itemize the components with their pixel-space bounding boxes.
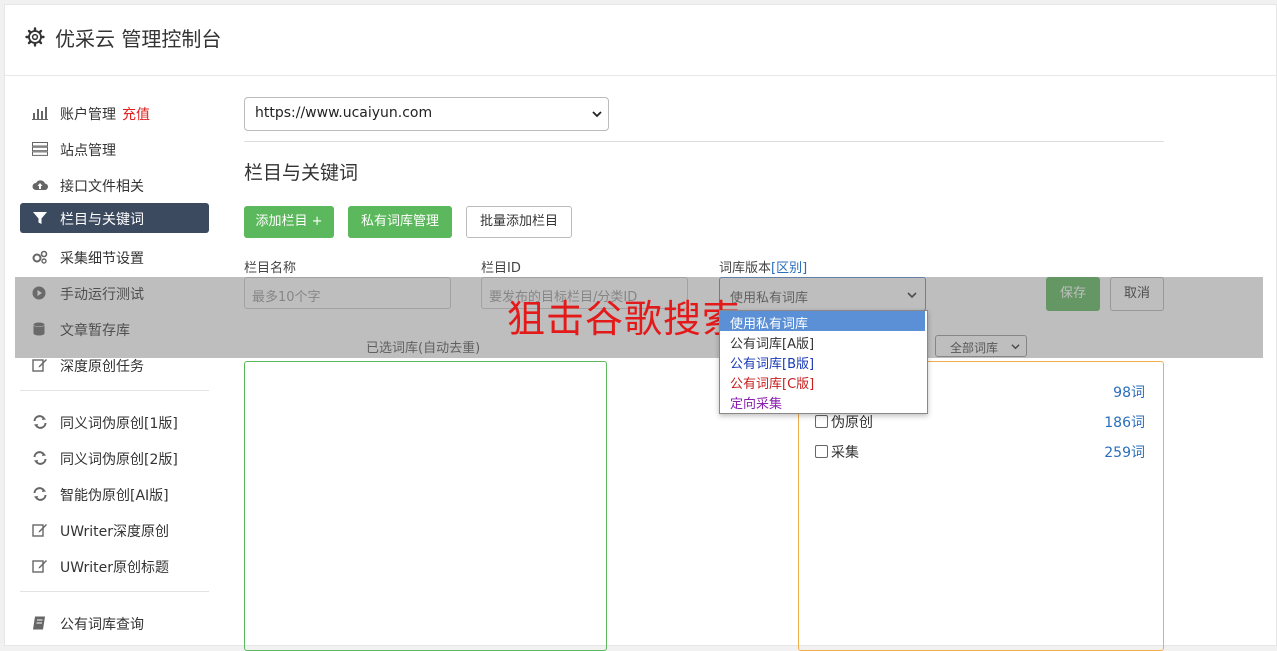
- sidebar-item-sites[interactable]: 站点管理: [20, 134, 209, 164]
- refresh-icon: [33, 415, 47, 429]
- lib-name: 伪原创: [831, 415, 873, 431]
- private-lib-button[interactable]: 私有词库管理: [348, 206, 452, 238]
- sidebar-item-label: 采集细节设置: [60, 251, 144, 267]
- sidebar-item-synonym-v2[interactable]: 同义词伪原创[2版]: [20, 443, 209, 473]
- sidebar-item-label: 账户管理: [60, 107, 116, 123]
- recharge-link[interactable]: 充值: [122, 107, 150, 123]
- column-id-label: 栏目ID: [481, 261, 521, 276]
- site-select[interactable]: https://www.ucaiyun.com: [244, 97, 609, 131]
- sidebar-item-label: 站点管理: [60, 143, 116, 159]
- dropdown-option[interactable]: 公有词库[B版]: [720, 351, 925, 372]
- list-item[interactable]: 采集 259词: [815, 442, 1145, 462]
- refresh-icon: [33, 487, 47, 501]
- lib-checkbox[interactable]: [815, 445, 828, 458]
- watermark-text: 狙击谷歌搜索: [507, 297, 742, 341]
- dropdown-option[interactable]: 公有词库[A版]: [720, 331, 925, 352]
- sidebar-item-label: 同义词伪原创[1版]: [60, 416, 178, 432]
- lib-count[interactable]: 259词: [1104, 442, 1145, 462]
- sidebar-item-account[interactable]: 账户管理 充值: [20, 98, 209, 128]
- site-select-value: https://www.ucaiyun.com: [255, 105, 433, 121]
- sidebar-item-collect-settings[interactable]: 采集细节设置: [20, 242, 209, 272]
- sidebar-item-label: 同义词伪原创[2版]: [60, 452, 178, 468]
- difference-link[interactable]: [区别]: [771, 261, 807, 276]
- sidebar-item-columns-keywords[interactable]: 栏目与关键词: [20, 203, 209, 233]
- dropdown-option[interactable]: 定向采集: [720, 391, 925, 412]
- sidebar-item-label: 栏目与关键词: [60, 212, 144, 228]
- sidebar-item-label: UWriter原创标题: [60, 560, 169, 576]
- sidebar-item-uwriter-deep[interactable]: UWriter深度原创: [20, 515, 209, 545]
- server-icon: [32, 142, 48, 156]
- dropdown-option[interactable]: 使用私有词库: [720, 311, 925, 332]
- edit-icon: [32, 560, 47, 573]
- header: 优采云 管理控制台: [5, 5, 1276, 76]
- sidebar-item-public-lib-query[interactable]: 公有词库查询: [20, 608, 209, 638]
- chevron-down-icon: [592, 111, 602, 118]
- sidebar-divider: [20, 591, 209, 592]
- add-column-button[interactable]: 添加栏目 +: [244, 206, 334, 238]
- sidebar-item-label: 深度原创任务: [60, 359, 144, 375]
- dropdown-option-label: 公有词库[C版]: [730, 377, 815, 392]
- gear-icon: [25, 27, 45, 47]
- sidebar-item-label: UWriter深度原创: [60, 524, 169, 540]
- dropdown-option-label: 公有词库[B版]: [730, 357, 815, 372]
- lib-version-label: 词库版本[区别]: [719, 257, 807, 276]
- lib-name: 采集: [831, 445, 859, 461]
- cogs-icon: [32, 250, 48, 264]
- selected-libs-box[interactable]: [244, 361, 607, 651]
- sidebar-item-ai-rewrite[interactable]: 智能伪原创[AI版]: [20, 479, 209, 509]
- edit-icon: [32, 359, 47, 372]
- bar-chart-icon: [32, 107, 48, 120]
- divider: [244, 141, 1164, 142]
- sidebar-item-label: 接口文件相关: [60, 179, 144, 195]
- cloud-upload-icon: [32, 180, 48, 191]
- book-icon: [33, 616, 45, 630]
- dropdown-option-label: 使用私有词库: [730, 317, 809, 332]
- sidebar-divider: [20, 390, 209, 391]
- dropdown-option[interactable]: 公有词库[C版]: [720, 371, 925, 392]
- app-title: 优采云 管理控制台: [55, 27, 222, 51]
- lib-checkbox[interactable]: [815, 415, 828, 428]
- lib-version-dropdown: 使用私有词库 公有词库[A版] 公有词库[B版] 公有词库[C版] 定向采集: [719, 310, 928, 414]
- filter-icon: [33, 212, 47, 224]
- lib-count[interactable]: 98词: [1113, 382, 1145, 402]
- section-title: 栏目与关键词: [244, 162, 359, 184]
- list-item[interactable]: 伪原创 186词: [815, 412, 1145, 432]
- dropdown-option-label: 定向采集: [730, 397, 783, 412]
- edit-icon: [32, 524, 47, 537]
- sidebar-item-uwriter-title[interactable]: UWriter原创标题: [20, 551, 209, 581]
- lib-version-label-text: 词库版本: [719, 261, 772, 276]
- dropdown-option-label: 公有词库[A版]: [730, 337, 815, 352]
- column-name-label: 栏目名称: [244, 261, 297, 276]
- refresh-icon: [33, 451, 47, 465]
- lib-count[interactable]: 186词: [1104, 412, 1145, 432]
- sidebar-item-api-files[interactable]: 接口文件相关: [20, 170, 209, 200]
- batch-add-button[interactable]: 批量添加栏目: [466, 206, 572, 238]
- sidebar-item-label: 智能伪原创[AI版]: [60, 488, 169, 504]
- sidebar-item-synonym-v1[interactable]: 同义词伪原创[1版]: [20, 407, 209, 437]
- sidebar-item-label: 公有词库查询: [60, 617, 144, 633]
